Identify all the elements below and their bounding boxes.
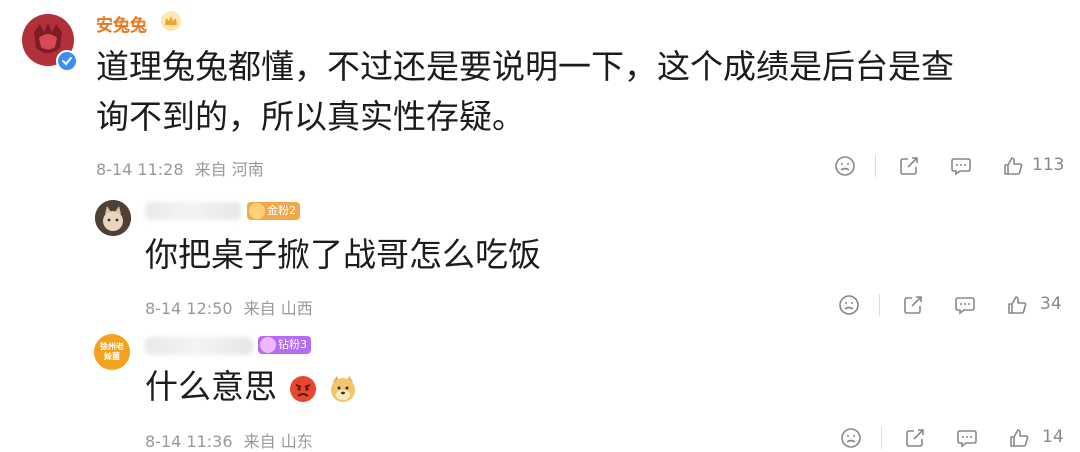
reply-author-name-blurred[interactable]: [145, 337, 253, 355]
diamond-fan-icon: [260, 337, 276, 353]
reply-text: 你把桌子掀了战哥怎么吃饭: [145, 235, 541, 274]
divider: [879, 294, 880, 316]
comment-text-line-2: 询不到的，所以真实性存疑。: [96, 97, 525, 136]
location: 来自 山西: [243, 299, 313, 318]
reply-button[interactable]: [948, 153, 974, 179]
comment-icon: [957, 430, 977, 448]
share-icon: [900, 157, 918, 175]
divider: [881, 427, 882, 449]
reply-time: 8-14 11:36 来自 山东: [145, 428, 313, 452]
dislike-button[interactable]: [836, 292, 862, 318]
reply-time: 8-14 12:50 来自 山西: [145, 295, 313, 319]
like-count: 113: [1032, 155, 1065, 175]
dislike-button[interactable]: [838, 425, 864, 451]
gold-fan-icon: [249, 203, 265, 219]
action-bar: 34: [836, 291, 1072, 319]
crown-icon: [160, 10, 182, 32]
reply-author-name-blurred[interactable]: [145, 202, 241, 220]
like-button[interactable]: [1006, 425, 1032, 451]
like-count: 34: [1040, 294, 1062, 314]
location: 来自 山东: [243, 432, 313, 451]
divider: [875, 155, 876, 177]
sad-face-icon: [841, 428, 861, 448]
like-button[interactable]: [1004, 292, 1030, 318]
angry-face-icon: [289, 375, 316, 402]
fan-level-badge: 金粉2: [247, 202, 300, 220]
thumbs-up-icon: [1010, 429, 1029, 447]
sad-face-icon: [835, 156, 855, 176]
thumbs-up-icon: [1008, 296, 1027, 314]
share-button[interactable]: [900, 292, 926, 318]
dislike-button[interactable]: [832, 153, 858, 179]
timestamp: 8-14 12:50: [145, 299, 233, 318]
fan-level-badge: 钻粉3: [258, 336, 311, 354]
sad-face-icon: [839, 295, 859, 315]
verified-badge-icon: [56, 50, 78, 72]
doge-icon: [331, 375, 355, 402]
reply-button[interactable]: [954, 425, 980, 451]
action-bar: 113: [832, 152, 1072, 180]
comment-icon: [955, 297, 975, 315]
reply-button[interactable]: [952, 292, 978, 318]
comment-time: 8-14 11:28 来自 河南: [96, 156, 264, 180]
thumbs-up-icon: [1004, 157, 1023, 175]
reply-avatar[interactable]: 徐州老妹菌: [94, 334, 130, 370]
avatar-text: 徐州老妹菌: [100, 342, 124, 361]
like-count: 14: [1042, 427, 1064, 447]
location: 来自 河南: [194, 160, 264, 179]
timestamp: 8-14 11:28: [96, 160, 184, 179]
comment-icon: [951, 158, 971, 176]
reply-text: 什么意思: [145, 362, 358, 412]
cat-avatar-icon: [95, 200, 131, 236]
share-icon: [906, 429, 924, 447]
timestamp: 8-14 11:36: [145, 432, 233, 451]
share-icon: [904, 296, 922, 314]
reply-avatar[interactable]: [95, 200, 131, 236]
share-button[interactable]: [902, 425, 928, 451]
action-bar: 14: [838, 424, 1072, 452]
comment-text-line-1: 道理兔兔都懂，不过还是要说明一下，这个成绩是后台是查: [96, 47, 954, 86]
author-name[interactable]: 安兔兔: [96, 11, 147, 36]
like-button[interactable]: [1000, 153, 1026, 179]
share-button[interactable]: [896, 153, 922, 179]
